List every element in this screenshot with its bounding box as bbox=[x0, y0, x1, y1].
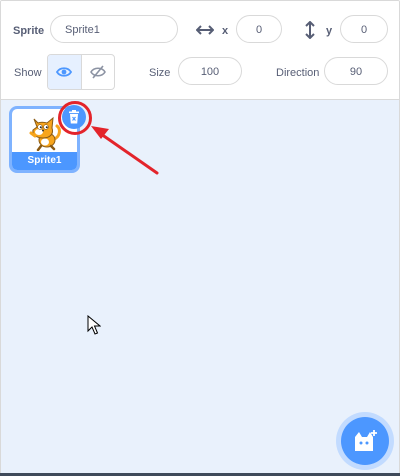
size-label: Size bbox=[149, 67, 171, 79]
show-visible-button[interactable] bbox=[48, 55, 82, 89]
trash-icon bbox=[69, 110, 79, 124]
size-field[interactable]: 100 bbox=[178, 57, 242, 85]
y-field[interactable]: 0 bbox=[340, 15, 388, 43]
choose-sprite-button[interactable] bbox=[341, 417, 389, 465]
show-label: Show bbox=[14, 67, 42, 79]
show-toggle-group bbox=[47, 54, 115, 90]
direction-field[interactable]: 90 bbox=[324, 57, 388, 85]
sprite-list-pane: Sprite1 bbox=[1, 100, 399, 475]
sprite-info: Sprite Sprite1 x 0 y 0 Show Size 100 Dir… bbox=[1, 1, 399, 100]
x-label: x bbox=[222, 25, 229, 37]
vertical-arrows-icon bbox=[305, 21, 315, 39]
sprite-label: Sprite bbox=[13, 25, 45, 37]
show-hidden-button[interactable] bbox=[82, 55, 115, 89]
eye-slash-icon bbox=[89, 65, 106, 79]
sprite-panel: Sprite Sprite1 x 0 y 0 Show Size 100 Dir… bbox=[0, 0, 400, 476]
annotation-arrow bbox=[91, 126, 159, 175]
horizontal-arrows-icon bbox=[196, 25, 214, 35]
eye-icon bbox=[56, 67, 73, 77]
sprite-name-field[interactable]: Sprite1 bbox=[50, 15, 178, 43]
x-field[interactable]: 0 bbox=[236, 15, 282, 43]
cat-plus-icon bbox=[355, 430, 377, 451]
y-label: y bbox=[326, 25, 333, 37]
mouse-cursor-icon bbox=[87, 315, 101, 335]
delete-sprite-button[interactable] bbox=[62, 105, 86, 129]
direction-label: Direction bbox=[276, 67, 320, 79]
